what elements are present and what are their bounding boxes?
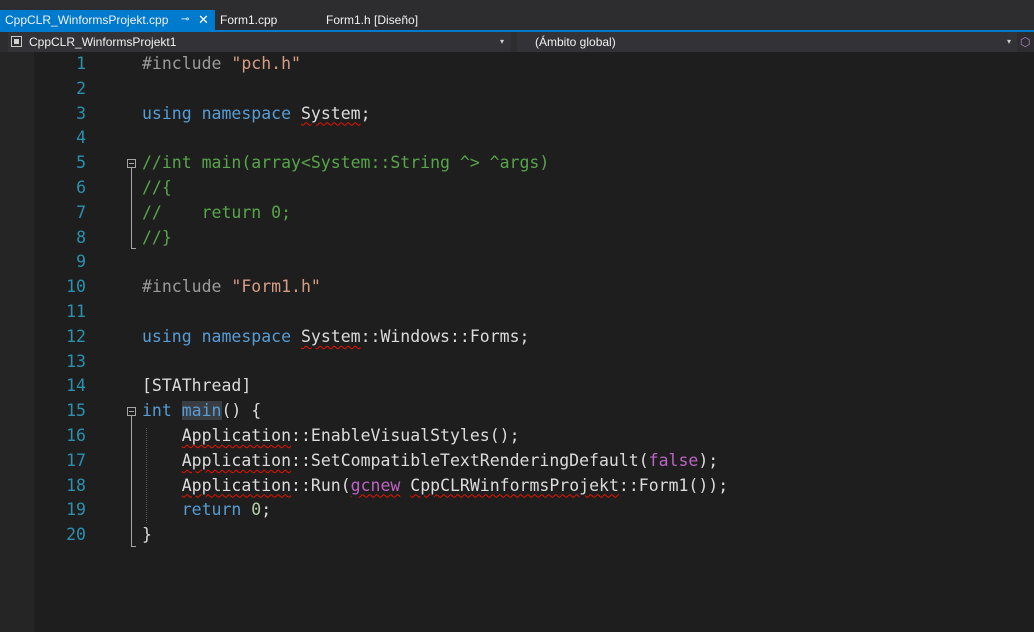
line-number: 11 bbox=[66, 302, 86, 321]
scope-operator: :: bbox=[618, 475, 639, 495]
tab-label: Form1.cpp bbox=[220, 13, 278, 27]
editor-margin bbox=[0, 52, 34, 632]
outline-line bbox=[131, 416, 132, 546]
punctuation: ; bbox=[519, 326, 530, 346]
document-tab-bar: CppCLR_WinformsProjekt.cpp ⊸ ✕ Form1.cpp… bbox=[0, 0, 1034, 30]
code-line-7: // return 0; bbox=[142, 202, 292, 222]
scope-operator: :: bbox=[449, 326, 470, 346]
line-number: 15 bbox=[66, 401, 86, 421]
namespace-name: System bbox=[300, 103, 361, 123]
code-line-15: int main() { bbox=[142, 399, 261, 424]
keyword: gcnew bbox=[350, 475, 401, 495]
namespace-name: System bbox=[300, 326, 361, 346]
line-number: 20 bbox=[66, 525, 86, 545]
scope-operator: :: bbox=[291, 426, 311, 445]
tab-form1-h-design[interactable]: Form1.h [Diseño] bbox=[321, 10, 431, 30]
collapse-outline-icon[interactable] bbox=[127, 407, 136, 416]
namespace-name: CppCLRWinformsProjekt bbox=[410, 475, 619, 495]
line-number: 10 bbox=[66, 277, 86, 297]
line-number: 16 bbox=[66, 426, 86, 445]
code-line-16: Application::EnableVisualStyles(); bbox=[142, 424, 520, 449]
class-name: Application bbox=[181, 475, 292, 495]
line-number: 14 bbox=[66, 376, 86, 396]
code-line-17: Application::SetCompatibleTextRenderingD… bbox=[142, 449, 718, 474]
keyword-literal: false bbox=[648, 450, 699, 470]
code-line-18: Application::Run(gcnew CppCLRWinformsPro… bbox=[142, 474, 728, 499]
scope-operator: :: bbox=[360, 326, 381, 346]
class-name: Application bbox=[181, 426, 292, 445]
keyword: using bbox=[142, 326, 192, 346]
punctuation: () { bbox=[221, 401, 262, 421]
line-number: 5 bbox=[76, 153, 86, 173]
code-line-19: return 0; bbox=[142, 498, 271, 523]
method-call: Run( bbox=[310, 475, 351, 495]
method-call: SetCompatibleTextRenderingDefault( bbox=[310, 450, 649, 470]
method-call: EnableVisualStyles(); bbox=[310, 426, 520, 445]
include-file: "pch.h" bbox=[231, 54, 301, 73]
tab-label: CppCLR_WinformsProjekt.cpp bbox=[5, 13, 169, 27]
line-number: 6 bbox=[76, 178, 86, 197]
code-line-5: //int main(array<System::String ^> ^args… bbox=[142, 153, 550, 173]
scope-combo-value: (Ámbito global) bbox=[535, 35, 616, 49]
keyword: using bbox=[142, 103, 192, 123]
method-call: Form1()); bbox=[638, 475, 729, 495]
keyword: namespace bbox=[201, 326, 292, 346]
code-line-14: [STAThread] bbox=[142, 376, 252, 396]
punctuation: ; bbox=[360, 103, 371, 123]
scope-operator: :: bbox=[291, 475, 311, 495]
line-number: 1 bbox=[76, 54, 86, 73]
code-line-12: using namespace System::Windows::Forms; bbox=[142, 325, 529, 350]
number-literal: 0 bbox=[251, 500, 262, 520]
function-name: main bbox=[181, 401, 222, 421]
preprocessor-directive: #include bbox=[142, 54, 222, 73]
project-combo[interactable]: CppCLR_WinformsProjekt1 ▾ bbox=[8, 32, 511, 52]
line-number: 12 bbox=[66, 326, 86, 346]
line-number: 19 bbox=[66, 500, 86, 520]
preprocessor-directive: #include bbox=[142, 277, 222, 297]
line-number: 3 bbox=[76, 103, 86, 123]
navigation-bar: CppCLR_WinformsProjekt1 ▾ (Ámbito global… bbox=[0, 32, 1034, 52]
code-line-20: } bbox=[142, 525, 152, 545]
keyword: namespace bbox=[201, 103, 292, 123]
line-number: 4 bbox=[76, 128, 86, 148]
punctuation: ; bbox=[261, 500, 272, 520]
tab-form1-cpp[interactable]: Form1.cpp bbox=[215, 10, 315, 30]
line-number: 9 bbox=[76, 252, 86, 272]
code-line-1: #include "pch.h" bbox=[142, 52, 301, 77]
code-line-6: //{ bbox=[142, 178, 172, 197]
outline-end bbox=[131, 546, 136, 547]
line-number: 8 bbox=[76, 227, 86, 247]
scope-operator: :: bbox=[291, 450, 311, 470]
member-icon[interactable]: ⬡ bbox=[1020, 34, 1030, 50]
tab-cppclr-winforms-projekt-cpp[interactable]: CppCLR_WinformsProjekt.cpp ⊸ ✕ bbox=[0, 10, 215, 30]
code-line-3: using namespace System; bbox=[142, 102, 371, 127]
namespace-name: Forms bbox=[469, 326, 520, 346]
code-line-8: //} bbox=[142, 227, 172, 247]
line-number: 13 bbox=[66, 351, 86, 371]
include-file: "Form1.h" bbox=[231, 277, 321, 297]
keyword: return bbox=[181, 500, 242, 520]
chevron-down-icon[interactable]: ▾ bbox=[1007, 32, 1011, 52]
outline-line bbox=[131, 168, 132, 248]
scope-combo[interactable]: (Ámbito global) ▾ bbox=[517, 32, 1017, 52]
tab-label: Form1.h [Diseño] bbox=[326, 13, 419, 27]
class-name: Application bbox=[181, 450, 292, 470]
line-number: 7 bbox=[76, 202, 86, 222]
pin-icon[interactable]: ⊸ bbox=[181, 10, 189, 30]
line-number: 2 bbox=[76, 78, 86, 98]
close-icon[interactable]: ✕ bbox=[198, 10, 209, 30]
namespace-name: Windows bbox=[380, 326, 450, 346]
code-line-10: #include "Form1.h" bbox=[142, 275, 321, 300]
line-number: 18 bbox=[66, 475, 86, 495]
punctuation: ); bbox=[698, 450, 719, 470]
project-icon bbox=[11, 36, 22, 47]
collapse-outline-icon[interactable] bbox=[127, 159, 136, 168]
chevron-down-icon[interactable]: ▾ bbox=[500, 32, 504, 52]
keyword: int bbox=[142, 401, 172, 421]
project-combo-value: CppCLR_WinformsProjekt1 bbox=[29, 35, 177, 49]
line-number: 17 bbox=[66, 450, 86, 470]
outline-end bbox=[131, 248, 136, 249]
